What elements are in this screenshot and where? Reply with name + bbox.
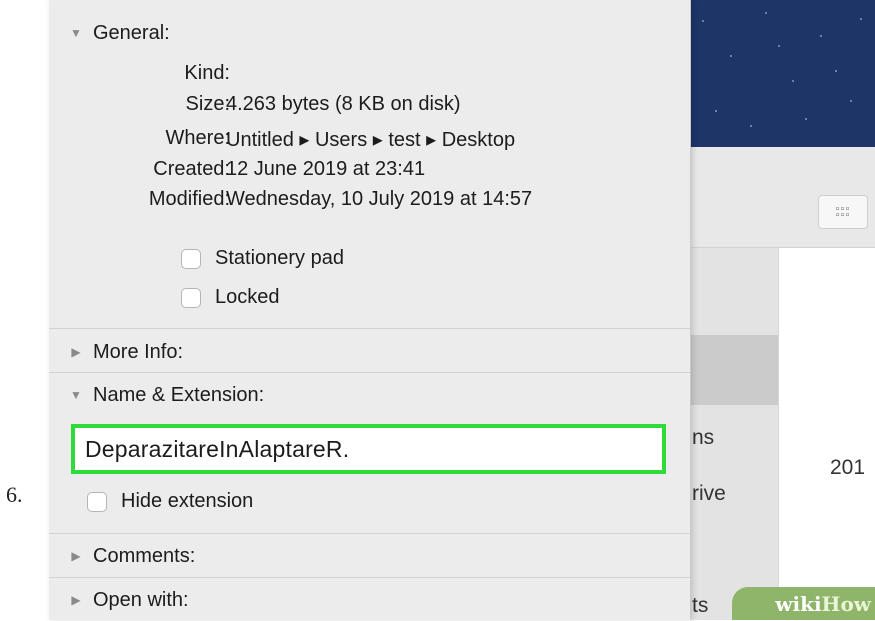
kind-label: Kind:	[184, 62, 230, 84]
stationery-pad-row[interactable]: Stationery pad	[181, 247, 344, 270]
wikihow-watermark: wiki How	[732, 587, 875, 620]
sidebar-fragment[interactable]: ns	[692, 426, 714, 450]
file-name-input[interactable]: DeparazitareInAlaptareR.	[71, 424, 666, 474]
hide-extension-checkbox[interactable]	[87, 491, 107, 512]
size-label: Size:	[185, 93, 230, 115]
watermark-wiki: wiki	[775, 591, 822, 616]
sidebar-fragment[interactable]: rive	[692, 482, 726, 506]
name-extension-header-label: Name & Extension:	[93, 383, 265, 406]
desktop-wallpaper	[690, 0, 875, 147]
more-info-section-header[interactable]: ▶ More Info:	[49, 331, 690, 373]
more-info-header-label: More Info:	[93, 340, 184, 363]
locked-row[interactable]: Locked	[181, 286, 280, 309]
locked-label: Locked	[215, 286, 280, 308]
step-number: 6.	[6, 482, 23, 507]
file-name-value: DeparazitareInAlaptareR.	[85, 435, 350, 462]
triangle-down-icon[interactable]: ▼	[69, 26, 83, 40]
where-value: Untitled ▸ Users ▸ test ▸ Desktop	[226, 129, 516, 151]
hide-extension-label: Hide extension	[121, 490, 254, 512]
info-row-size: Size: 4.263 bytes (8 KB on disk)	[49, 93, 690, 121]
general-header-label: General:	[93, 21, 170, 44]
created-value: 12 June 2019 at 23:41	[226, 158, 426, 180]
modified-value: Wednesday, 10 July 2019 at 14:57	[226, 188, 533, 210]
triangle-right-icon[interactable]: ▶	[69, 549, 83, 563]
size-value: 4.263 bytes (8 KB on disk)	[226, 93, 461, 115]
divider	[49, 533, 690, 534]
locked-checkbox[interactable]	[181, 287, 201, 308]
icon-view-button[interactable]: ▫▫▫ ▫▫▫	[818, 195, 868, 229]
sidebar-fragment[interactable]: ts	[692, 594, 708, 618]
info-row-modified: Modified: Wednesday, 10 July 2019 at 14:…	[49, 188, 690, 216]
comments-section-header[interactable]: ▶ Comments:	[49, 535, 690, 577]
finder-content-area	[778, 248, 875, 620]
created-label: Created:	[153, 158, 230, 180]
grid-icon: ▫▫▫ ▫▫▫	[835, 203, 851, 221]
get-info-panel: ▼ General: Kind: Size: 4.263 bytes (8 KB…	[49, 0, 691, 620]
triangle-down-icon[interactable]: ▼	[69, 388, 83, 402]
divider	[49, 328, 690, 329]
hide-extension-row[interactable]: Hide extension	[87, 490, 253, 513]
triangle-right-icon[interactable]: ▶	[69, 593, 83, 607]
content-fragment: 201	[830, 456, 866, 479]
open-with-section-header[interactable]: ▶ Open with:	[49, 579, 690, 621]
general-section-header[interactable]: ▼ General:	[49, 12, 690, 54]
comments-header-label: Comments:	[93, 544, 196, 567]
info-row-kind: Kind:	[49, 62, 690, 90]
triangle-right-icon[interactable]: ▶	[69, 345, 83, 359]
watermark-how: How	[821, 591, 871, 616]
stationery-pad-checkbox[interactable]	[181, 248, 201, 269]
where-label: Where:	[165, 127, 230, 149]
sidebar-selected-item[interactable]	[690, 335, 778, 405]
modified-label: Modified:	[148, 188, 230, 210]
finder-toolbar: ▫▫▫ ▫▫▫	[690, 147, 875, 248]
divider	[49, 577, 690, 578]
open-with-header-label: Open with:	[93, 588, 189, 611]
stationery-pad-label: Stationery pad	[215, 247, 344, 269]
name-extension-section-header[interactable]: ▼ Name & Extension:	[49, 374, 690, 416]
info-row-where: Where: Untitled ▸ Users ▸ test ▸ Desktop	[49, 127, 690, 155]
background-finder-window: ▫▫▫ ▫▫▫ ns rive ts 201 wiki How	[690, 0, 875, 620]
divider	[49, 372, 690, 373]
info-row-created: Created: 12 June 2019 at 23:41	[49, 158, 690, 186]
